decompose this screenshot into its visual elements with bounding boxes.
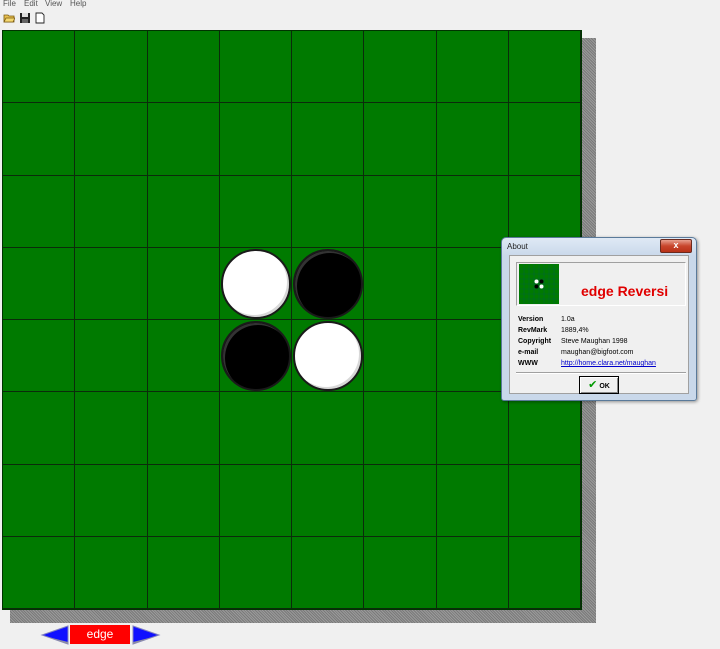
dialog-title: About — [507, 242, 528, 251]
board-cell[interactable] — [436, 392, 509, 465]
about-dialog: About x edge Reversi Version 1.0a RevMar… — [501, 237, 697, 401]
next-arrow-icon[interactable] — [131, 625, 161, 645]
board-cell[interactable] — [219, 103, 292, 176]
board-cell[interactable] — [219, 392, 292, 465]
save-disk-icon[interactable] — [19, 12, 31, 24]
info-key: Version — [518, 316, 544, 323]
ok-button[interactable]: ✔ OK — [579, 376, 619, 394]
logo-panel: edge Reversi — [516, 262, 686, 306]
board-cell[interactable] — [75, 247, 148, 320]
board-cell[interactable] — [436, 464, 509, 537]
board-cell[interactable] — [147, 464, 220, 537]
dialog-body: edge Reversi Version 1.0a RevMark 1889,4… — [509, 255, 689, 394]
board-cell[interactable] — [508, 392, 581, 465]
menu-bar: File Edit View Help — [0, 0, 720, 10]
board-cell[interactable] — [75, 103, 148, 176]
board-cell[interactable] — [147, 175, 220, 248]
black-disc — [293, 248, 364, 319]
black-disc — [220, 321, 291, 392]
board-cell[interactable] — [75, 464, 148, 537]
menu-file[interactable]: File — [3, 0, 16, 8]
white-disc — [293, 321, 364, 392]
menu-edit[interactable]: Edit — [24, 0, 38, 8]
board-cell[interactable] — [364, 103, 437, 176]
info-value: 1889,4% — [561, 327, 589, 334]
ok-label: OK — [599, 383, 610, 390]
info-key: RevMark — [518, 327, 548, 334]
board-cell[interactable] — [3, 103, 76, 176]
new-document-icon[interactable] — [34, 12, 46, 24]
board-cell[interactable] — [508, 103, 581, 176]
board-cell[interactable] — [3, 464, 76, 537]
close-button[interactable]: x — [660, 239, 692, 253]
toolbar — [0, 11, 720, 27]
info-key: WWW — [518, 360, 538, 367]
board-cell[interactable] — [364, 536, 437, 609]
board-cell[interactable] — [3, 31, 76, 104]
board-cell[interactable] — [147, 247, 220, 320]
board-cell[interactable] — [364, 320, 437, 393]
board-cell[interactable] — [292, 103, 365, 176]
board-cell[interactable] — [3, 536, 76, 609]
board-cell[interactable] — [147, 320, 220, 393]
white-disc — [220, 248, 291, 319]
edge-label: edge — [70, 625, 130, 644]
board-cell[interactable] — [436, 103, 509, 176]
board-cell[interactable] — [292, 175, 365, 248]
board-cell[interactable] — [219, 464, 292, 537]
info-key: Copyright — [518, 338, 552, 345]
board-cell[interactable] — [364, 31, 437, 104]
info-value: maughan@bigfoot.com — [561, 349, 634, 356]
reversi-logo-icon — [519, 264, 559, 304]
board-cell[interactable] — [219, 31, 292, 104]
board-cell[interactable] — [3, 175, 76, 248]
separator — [516, 372, 686, 374]
board-cell[interactable] — [3, 320, 76, 393]
board-cell[interactable] — [147, 31, 220, 104]
board-cell[interactable] — [508, 31, 581, 104]
board-cell[interactable] — [436, 536, 509, 609]
info-key: e-mail — [518, 349, 539, 356]
board-cell[interactable] — [75, 320, 148, 393]
board-cell[interactable] — [508, 464, 581, 537]
website-link[interactable]: http://home.clara.net/maughan — [561, 360, 656, 367]
board-cell[interactable] — [364, 392, 437, 465]
game-board[interactable] — [2, 30, 582, 610]
board-cell[interactable] — [292, 464, 365, 537]
board-cell[interactable] — [364, 464, 437, 537]
board-cell[interactable] — [147, 392, 220, 465]
board-cell[interactable] — [508, 536, 581, 609]
open-folder-icon[interactable] — [3, 12, 15, 24]
board-cell[interactable] — [436, 31, 509, 104]
board-cell[interactable] — [219, 175, 292, 248]
board-cell[interactable] — [436, 247, 509, 320]
board-cell[interactable] — [147, 103, 220, 176]
board-cell[interactable] — [292, 536, 365, 609]
board-cell[interactable] — [436, 175, 509, 248]
app-title: edge Reversi — [581, 283, 669, 299]
board-cell[interactable] — [3, 247, 76, 320]
board-cell[interactable] — [436, 320, 509, 393]
checkmark-icon: ✔ — [588, 379, 598, 391]
menu-help[interactable]: Help — [70, 0, 86, 8]
info-value: 1.0a — [561, 316, 575, 323]
info-value: Steve Maughan 1998 — [561, 338, 628, 345]
board-cell[interactable] — [147, 536, 220, 609]
board-cell[interactable] — [364, 175, 437, 248]
board-cell[interactable] — [292, 31, 365, 104]
board-cell[interactable] — [75, 536, 148, 609]
board-cell[interactable] — [292, 392, 365, 465]
board-cell[interactable] — [75, 31, 148, 104]
board-cell[interactable] — [364, 247, 437, 320]
menu-view[interactable]: View — [45, 0, 62, 8]
board-cell[interactable] — [75, 392, 148, 465]
board-cell[interactable] — [75, 175, 148, 248]
board-cell[interactable] — [3, 392, 76, 465]
previous-arrow-icon[interactable] — [40, 625, 70, 645]
board-cell[interactable] — [219, 536, 292, 609]
